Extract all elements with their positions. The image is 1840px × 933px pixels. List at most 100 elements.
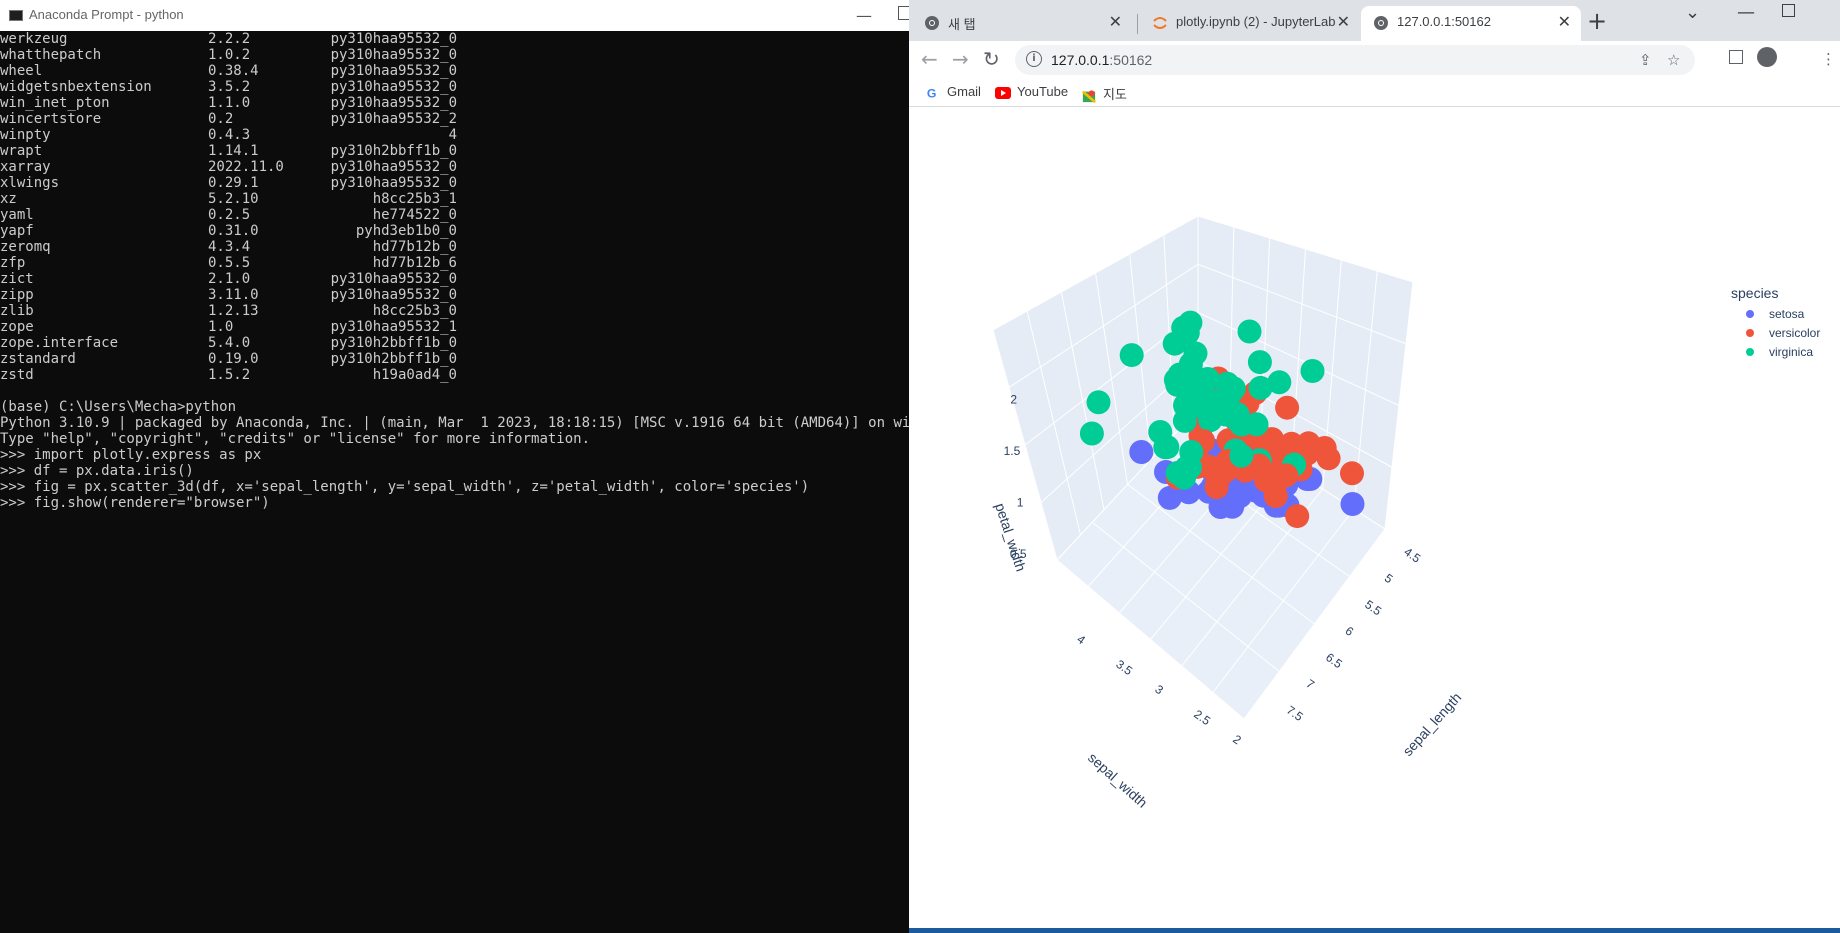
z-tick-label: 1 <box>1017 495 1024 509</box>
package-name: zfp <box>0 255 26 271</box>
package-row: whatthepatch 1.0.2 py310haa95532_0 <box>0 47 909 63</box>
bookmarks-bar[interactable]: G Gmail YouTube 지도 <box>909 80 1840 107</box>
data-point-virginica <box>1178 310 1203 335</box>
package-version: 0.2 <box>208 111 234 127</box>
package-version: 0.2.5 <box>208 207 251 223</box>
plot-page[interactable]: 4.5 5 5.5 6 6.5 7 7.5 2 2.5 3 3.5 4 0.5 1 1.5 2 sepal_l… <box>909 107 1840 928</box>
legend-item-setosa: setosa <box>1769 307 1805 321</box>
google-icon: G <box>927 86 937 100</box>
minimize-icon[interactable]: — <box>1737 2 1755 23</box>
package-version: 1.2.13 <box>208 303 259 319</box>
package-name: zope <box>0 319 34 335</box>
package-row: zfp 0.5.5 hd77b12b_6 <box>0 255 909 271</box>
package-build: py310haa95532_0 <box>330 31 457 47</box>
chrome-icon <box>1374 16 1388 30</box>
tab-strip[interactable]: 새 탭 ✕ plotly.ipynb (2) - JupyterLab ✕ 12… <box>909 0 1840 41</box>
address-bar[interactable]: i 127.0.0.1:50162 ⇪ ☆ <box>1015 45 1695 75</box>
package-version: 2022.11.0 <box>208 159 284 175</box>
side-panel-icon[interactable] <box>1729 50 1743 64</box>
bookmark-star-icon[interactable]: ☆ <box>1667 51 1680 69</box>
y-tick-label: 2 <box>1230 732 1244 747</box>
package-version: 4.3.4 <box>208 239 251 255</box>
package-version: 1.0 <box>208 319 234 335</box>
close-icon[interactable]: ✕ <box>1337 12 1350 32</box>
package-build: py310haa95532_0 <box>330 159 457 175</box>
back-icon[interactable]: ← <box>921 47 938 71</box>
package-name: zipp <box>0 287 34 303</box>
chevron-down-icon[interactable]: ⌄ <box>1685 2 1700 23</box>
package-build: py310h2bbff1b_0 <box>330 143 457 159</box>
bookmark-label: 지도 <box>1103 87 1127 102</box>
url-text[interactable]: 127.0.0.1:50162 <box>1051 52 1152 68</box>
terminal-output[interactable]: werkzeug 2.2.2 py310haa95532_0 whatthepatch… <box>0 31 936 511</box>
taskbar-strip <box>0 928 909 933</box>
data-point-versicolor <box>1274 463 1299 488</box>
maps-icon <box>1082 89 1096 103</box>
new-tab-button[interactable]: + <box>1587 7 1607 35</box>
terminal-window[interactable]: Anaconda Prompt - python — werkzeug 2.2.2… <box>0 0 936 933</box>
session-line: >>> fig.show(renderer="browser") <box>0 495 270 511</box>
data-point-virginica <box>1247 350 1272 375</box>
browser-window[interactable]: 새 탭 ✕ plotly.ipynb (2) - JupyterLab ✕ 12… <box>909 0 1840 928</box>
data-point-virginica <box>1165 460 1190 485</box>
bookmark-maps[interactable]: 지도 <box>1081 84 1127 103</box>
maximize-icon[interactable] <box>1782 4 1795 17</box>
data-point-versicolor <box>1275 395 1300 420</box>
data-point-virginica <box>1148 420 1173 444</box>
data-point-virginica <box>1162 331 1187 356</box>
close-icon[interactable]: ✕ <box>1558 12 1571 32</box>
x-tick-label: 4.5 <box>1401 545 1423 566</box>
package-build: he774522_0 <box>372 207 457 223</box>
package-build: h8cc25b3_1 <box>372 191 457 207</box>
reload-icon[interactable]: ↻ <box>983 47 1000 71</box>
package-name: xlwings <box>0 175 60 191</box>
legend-item-versicolor: versicolor <box>1769 326 1820 340</box>
tab-active-plot[interactable]: 127.0.0.1:50162 ✕ <box>1361 6 1581 41</box>
package-row: yapf 0.31.0 pyhd3eb1b0_0 <box>0 223 909 239</box>
data-point-versicolor <box>1316 446 1341 471</box>
minimize-icon[interactable]: — <box>856 6 872 25</box>
share-icon[interactable]: ⇪ <box>1639 51 1652 69</box>
package-row: zope.interface 5.4.0 py310h2bbff1b_0 <box>0 335 909 351</box>
package-name: widgetsnbextension <box>0 79 152 95</box>
bookmark-gmail[interactable]: G Gmail <box>925 84 981 100</box>
package-row: yaml 0.2.5 he774522_0 <box>0 207 909 223</box>
package-version: 0.31.0 <box>208 223 259 239</box>
bookmark-youtube[interactable]: YouTube <box>995 84 1068 100</box>
package-version: 2.1.0 <box>208 271 251 287</box>
package-name: zeromq <box>0 239 51 255</box>
session-line: >>> fig = px.scatter_3d(df, x='sepal_len… <box>0 479 810 495</box>
package-build: py310haa95532_0 <box>330 79 457 95</box>
browser-toolbar[interactable]: ← → ↻ i 127.0.0.1:50162 ⇪ ☆ ⋮ <box>909 41 1840 80</box>
tab-jupyterlab[interactable]: plotly.ipynb (2) - JupyterLab ✕ <box>1140 6 1360 41</box>
package-row: widgetsnbextension 3.5.2 py310haa95532_0 <box>0 79 909 95</box>
package-name: wheel <box>0 63 43 79</box>
package-build: py310haa95532_0 <box>330 271 457 287</box>
close-icon[interactable]: ✕ <box>1109 12 1122 32</box>
package-name: yapf <box>0 223 34 239</box>
tab-label: plotly.ipynb (2) - JupyterLab <box>1176 14 1336 29</box>
scatter3d-plot[interactable]: 4.555.566.577.522.533.540.511.52 sepal_l… <box>909 107 1840 928</box>
package-row: wheel 0.38.4 py310haa95532_0 <box>0 63 909 79</box>
forward-icon[interactable]: → <box>952 47 969 71</box>
package-row: zeromq 4.3.4 hd77b12b_0 <box>0 239 909 255</box>
package-name: wincertstore <box>0 111 102 127</box>
package-name: xz <box>0 191 17 207</box>
kebab-menu-icon[interactable]: ⋮ <box>1821 50 1836 68</box>
package-name: zict <box>0 271 34 287</box>
x-tick-label: 5 <box>1382 571 1396 586</box>
package-row: zipp 3.11.0 py310haa95532_0 <box>0 287 909 303</box>
site-info-icon[interactable]: i <box>1026 51 1042 67</box>
package-row: zstandard 0.19.0 py310h2bbff1b_0 <box>0 351 909 367</box>
youtube-icon <box>995 86 1011 99</box>
package-version: 5.2.10 <box>208 191 259 207</box>
data-point-setosa <box>1129 440 1154 464</box>
z-tick-label: 1.5 <box>1004 444 1021 458</box>
z-axis-title: petal_width <box>992 501 1029 573</box>
profile-avatar-icon[interactable] <box>1757 47 1777 67</box>
package-version: 1.0.2 <box>208 47 251 63</box>
url-host: 127.0.0.1 <box>1051 52 1110 68</box>
tab-new-tab[interactable]: 새 탭 ✕ <box>912 6 1132 41</box>
package-name: yaml <box>0 207 34 223</box>
terminal-titlebar[interactable]: Anaconda Prompt - python — <box>0 0 912 31</box>
